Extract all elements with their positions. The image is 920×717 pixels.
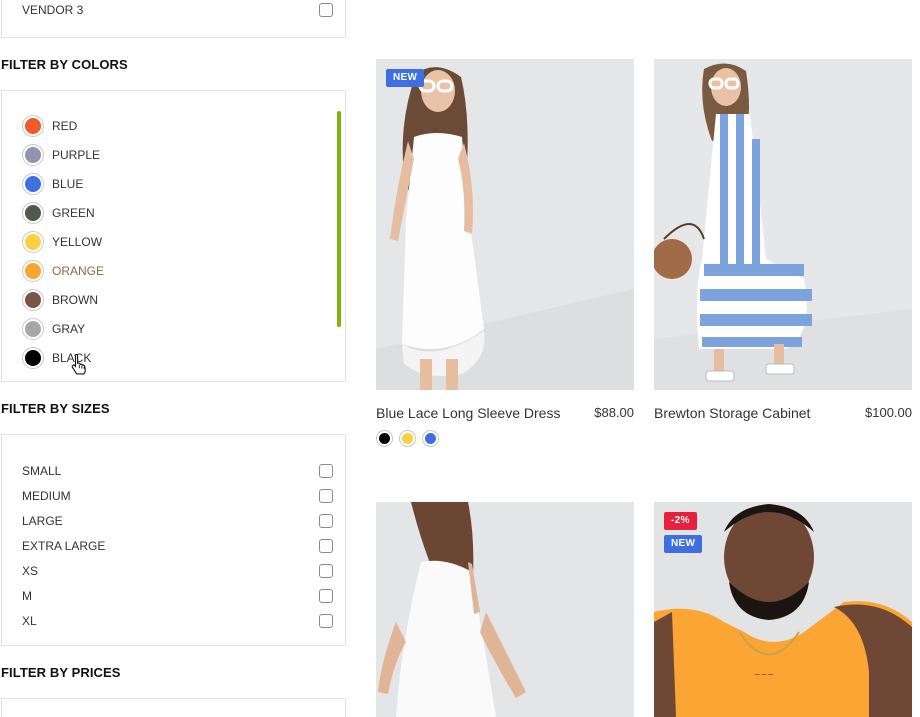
product-image[interactable]: ~~~ -2% NEW: [654, 502, 912, 717]
swatch-fill: [25, 291, 41, 308]
product-price: $88.00: [594, 405, 634, 420]
size-option-small[interactable]: SMALL: [22, 458, 333, 483]
color-label: RED: [52, 118, 78, 133]
product-card[interactable]: ~~~ -2% NEW: [654, 502, 912, 717]
size-checkbox[interactable]: [319, 513, 333, 528]
color-option-blue[interactable]: BLUE: [22, 169, 104, 198]
swatch-fill: [379, 433, 390, 444]
color-option-black[interactable]: BLACK: [22, 343, 104, 372]
sizes-filter-heading: FILTER BY SIZES: [1, 401, 110, 416]
size-option-xl[interactable]: XL: [22, 608, 333, 633]
size-label: EXTRA LARGE: [22, 538, 106, 553]
swatch-fill: [25, 349, 41, 366]
color-option-orange[interactable]: ORANGE: [22, 256, 104, 285]
filter-sidebar: VENDOR 3 FILTER BY COLORS RED PURPLE BLU…: [0, 0, 346, 717]
size-label: M: [22, 588, 32, 603]
size-label: XS: [22, 563, 39, 578]
swatch-fill: [25, 320, 41, 337]
product-color-swatches: [376, 430, 439, 447]
color-list: RED PURPLE BLUE GREEN YELLOW ORANGE BROW…: [22, 111, 104, 372]
color-swatch[interactable]: [22, 317, 44, 340]
size-option-m[interactable]: M: [22, 583, 333, 608]
new-badge: NEW: [664, 535, 703, 553]
size-label: SMALL: [22, 463, 62, 478]
product-photo-striped-dress: [654, 59, 912, 390]
size-checkbox[interactable]: [319, 563, 333, 578]
prices-filter-box: [1, 698, 346, 717]
vendor-label: VENDOR 3: [22, 3, 84, 17]
size-option-medium[interactable]: MEDIUM: [22, 483, 333, 508]
vendor-option[interactable]: VENDOR 3: [22, 2, 333, 18]
color-label: BROWN: [52, 292, 98, 307]
color-label: ORANGE: [52, 263, 105, 278]
size-option-extra-large[interactable]: EXTRA LARGE: [22, 533, 333, 558]
swatch-fill: [402, 433, 413, 444]
color-swatch[interactable]: [22, 201, 44, 224]
product-title[interactable]: Blue Lace Long Sleeve Dress: [376, 405, 560, 421]
swatch-blue[interactable]: [422, 430, 439, 447]
color-swatch[interactable]: [22, 288, 44, 311]
size-option-xs[interactable]: XS: [22, 558, 333, 583]
color-swatch[interactable]: [22, 259, 44, 282]
color-option-yellow[interactable]: YELLOW: [22, 227, 104, 256]
product-card[interactable]: NEW Blue Lace Long Sleeve Dress $88.00: [376, 59, 634, 459]
color-swatch[interactable]: [22, 230, 44, 253]
color-label: BLUE: [52, 176, 84, 191]
sizes-filter-box: SMALL MEDIUM LARGE EXTRA LARGE XS M XL: [1, 434, 346, 646]
swatch-fill: [25, 175, 41, 192]
color-swatch[interactable]: [22, 143, 44, 166]
swatch-fill: [25, 204, 41, 221]
color-label: PURPLE: [52, 147, 101, 162]
color-swatch[interactable]: [22, 114, 44, 137]
swatch-black[interactable]: [376, 430, 393, 447]
swatch-fill: [25, 117, 41, 134]
colors-filter-box: RED PURPLE BLUE GREEN YELLOW ORANGE BROW…: [1, 90, 346, 382]
color-swatch[interactable]: [22, 346, 44, 369]
product-card[interactable]: [376, 502, 634, 717]
color-label: BLACK: [52, 350, 92, 365]
color-swatch[interactable]: [22, 172, 44, 195]
size-checkbox[interactable]: [319, 613, 333, 628]
color-option-gray[interactable]: GRAY: [22, 314, 104, 343]
product-title[interactable]: Brewton Storage Cabinet: [654, 405, 810, 421]
shirt-print: ~~~: [754, 670, 774, 679]
color-label: YELLOW: [52, 234, 103, 249]
vendor-checkbox[interactable]: [319, 3, 333, 17]
size-list: SMALL MEDIUM LARGE EXTRA LARGE XS M XL: [22, 458, 333, 633]
product-image[interactable]: NEW: [376, 59, 634, 390]
size-checkbox[interactable]: [319, 538, 333, 553]
size-label: XL: [22, 613, 37, 628]
vendor-filter-box: VENDOR 3: [1, 0, 346, 38]
color-label: GRAY: [52, 321, 86, 336]
product-image[interactable]: [654, 59, 912, 390]
size-option-large[interactable]: LARGE: [22, 508, 333, 533]
color-option-brown[interactable]: BROWN: [22, 285, 104, 314]
color-option-red[interactable]: RED: [22, 111, 104, 140]
new-badge: NEW: [386, 69, 425, 87]
swatch-fill: [25, 262, 41, 279]
swatch-fill: [25, 146, 41, 163]
swatch-fill: [425, 433, 436, 444]
prices-filter-heading: FILTER BY PRICES: [1, 665, 121, 680]
swatch-yellow[interactable]: [399, 430, 416, 447]
swatch-fill: [25, 233, 41, 250]
color-option-green[interactable]: GREEN: [22, 198, 104, 227]
product-card[interactable]: Brewton Storage Cabinet $100.00: [654, 59, 912, 459]
product-photo-white-dress: [376, 59, 634, 390]
size-checkbox[interactable]: [319, 488, 333, 503]
colors-scrollbar[interactable]: [337, 111, 341, 327]
color-label: GREEN: [52, 205, 95, 220]
product-photo-white-dress-back: [376, 502, 634, 717]
color-option-purple[interactable]: PURPLE: [22, 140, 104, 169]
size-checkbox[interactable]: [319, 588, 333, 603]
size-label: LARGE: [22, 513, 63, 528]
size-label: MEDIUM: [22, 488, 71, 503]
product-image[interactable]: [376, 502, 634, 717]
colors-filter-heading: FILTER BY COLORS: [1, 57, 128, 72]
size-checkbox[interactable]: [319, 463, 333, 478]
discount-badge: -2%: [664, 512, 697, 530]
product-price: $100.00: [865, 405, 912, 420]
